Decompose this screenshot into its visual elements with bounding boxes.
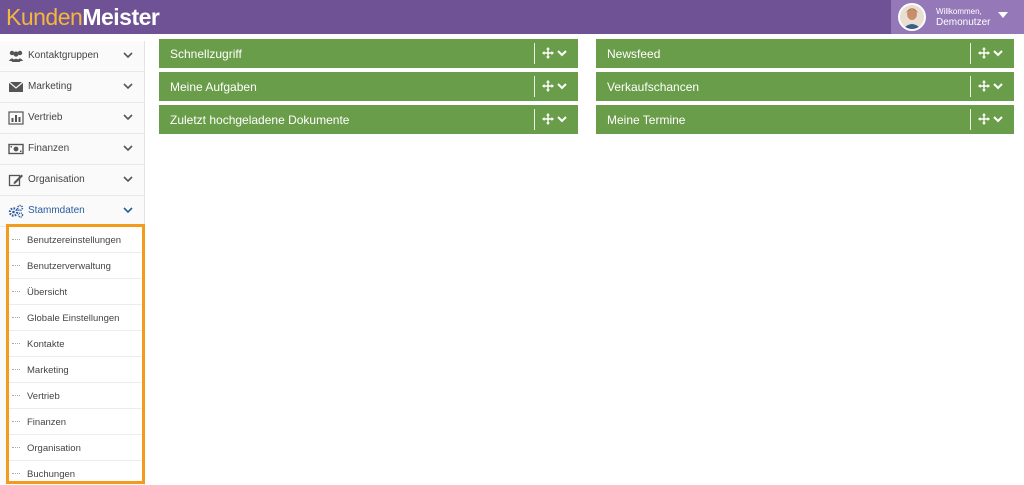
envelope-icon: [8, 81, 24, 92]
sidebar-item-label: Stammdaten: [28, 205, 85, 216]
users-icon: [9, 50, 23, 62]
sidebar-item-finanzen[interactable]: Finanzen: [0, 134, 145, 165]
user-avatar[interactable]: [898, 3, 926, 31]
widget-title: Newsfeed: [607, 47, 661, 61]
submenu-item-label: Übersicht: [27, 287, 68, 298]
submenu-item-label: Kontakte: [27, 339, 65, 350]
chevron-down-icon[interactable]: [557, 49, 567, 57]
submenu-item-label: Vertrieb: [27, 391, 60, 402]
widget-meine-termine: Meine Termine: [596, 105, 1014, 134]
tree-dash: [12, 343, 20, 344]
submenu-item-label: Organisation: [27, 443, 81, 454]
caret-down-icon[interactable]: [998, 12, 1008, 18]
tree-dash: [12, 265, 20, 266]
widget-zuletzt-hochgeladene-dokumente: Zuletzt hochgeladene Dokumente: [159, 105, 578, 134]
widget-title: Verkaufschancen: [607, 80, 700, 94]
app-logo[interactable]: KundenMeister: [6, 2, 160, 32]
widget-separator: [970, 109, 971, 130]
welcome-text: Willkommen,: [936, 7, 982, 16]
submenu-item-marketing[interactable]: Marketing: [9, 357, 142, 383]
chevron-down-icon[interactable]: [557, 82, 567, 90]
chevron-down-icon[interactable]: [993, 49, 1003, 57]
widget-title: Zuletzt hochgeladene Dokumente: [170, 113, 350, 127]
submenu-item-globale-einstellungen[interactable]: Globale Einstellungen: [9, 305, 142, 331]
submenu-item-label: Benutzereinstellungen: [27, 235, 122, 246]
submenu-item-organisation[interactable]: Organisation: [9, 435, 142, 461]
tree-dash: [12, 421, 20, 422]
widget-separator: [534, 109, 535, 130]
widget-schnellzugriff: Schnellzugriff: [159, 39, 578, 68]
tree-dash: [12, 291, 20, 292]
tree-dash: [12, 317, 20, 318]
username-text: Demonutzer: [936, 17, 991, 28]
chevron-down-icon: [123, 52, 133, 59]
move-icon[interactable]: [542, 47, 554, 59]
widget-verkaufschancen: Verkaufschancen: [596, 72, 1014, 101]
chevron-down-icon[interactable]: [993, 115, 1003, 123]
submenu-item-label: Benutzerverwaltung: [27, 261, 111, 272]
edit-icon: [8, 174, 23, 187]
sidebar-item-kontaktgruppen[interactable]: Kontaktgruppen: [0, 41, 145, 72]
chevron-down-icon: [123, 145, 133, 152]
move-icon[interactable]: [978, 80, 990, 92]
submenu-item-label: Buchungen: [27, 469, 76, 480]
tree-dash: [12, 473, 20, 474]
tree-dash: [12, 447, 20, 448]
cogs-icon: [8, 204, 24, 218]
move-icon[interactable]: [978, 47, 990, 59]
bar-chart-icon: [8, 111, 24, 125]
widget-title: Schnellzugriff: [170, 47, 242, 61]
submenu-item-benutzereinstellungen[interactable]: Benutzereinstellungen: [9, 227, 142, 253]
submenu-item-kontakte[interactable]: Kontakte: [9, 331, 142, 357]
sidebar-item-label: Marketing: [28, 81, 72, 92]
user-menu[interactable]: Willkommen, Demonutzer: [891, 0, 1024, 34]
widget-separator: [534, 76, 535, 97]
top-header-bar: KundenMeister Willkommen, Demonutzer: [0, 0, 1024, 34]
widget-separator: [970, 76, 971, 97]
tree-dash: [12, 369, 20, 370]
sidebar-item-label: Finanzen: [28, 143, 70, 154]
tree-dash: [12, 239, 20, 240]
widget-newsfeed: Newsfeed: [596, 39, 1014, 68]
move-icon[interactable]: [978, 113, 990, 125]
widget-meine-aufgaben: Meine Aufgaben: [159, 72, 578, 101]
sidebar-item-stammdaten[interactable]: Stammdaten: [0, 196, 145, 227]
chevron-down-icon: [123, 114, 133, 121]
chevron-down-icon: [123, 176, 133, 183]
submenu-item-label: Marketing: [27, 365, 69, 376]
submenu-item-uebersicht[interactable]: Übersicht: [9, 279, 142, 305]
sidebar-item-label: Kontaktgruppen: [28, 50, 99, 61]
logo-text-meister: Meister: [82, 4, 160, 30]
move-icon[interactable]: [542, 113, 554, 125]
widget-separator: [534, 43, 535, 64]
widget-title: Meine Aufgaben: [170, 80, 257, 94]
sidebar-item-marketing[interactable]: Marketing: [0, 72, 145, 103]
sidebar-item-label: Organisation: [28, 174, 85, 185]
tree-dash: [12, 395, 20, 396]
chevron-down-icon: [123, 207, 133, 214]
sidebar-item-vertrieb[interactable]: Vertrieb: [0, 103, 145, 134]
submenu-item-buchungen[interactable]: Buchungen: [9, 461, 142, 485]
sidebar-item-organisation[interactable]: Organisation: [0, 165, 145, 196]
move-icon[interactable]: [542, 80, 554, 92]
chevron-down-icon: [123, 83, 133, 90]
chevron-down-icon[interactable]: [993, 82, 1003, 90]
widget-title: Meine Termine: [607, 113, 686, 127]
logo-text-kunden: Kunden: [6, 4, 83, 30]
stammdaten-submenu: Benutzereinstellungen Benutzerverwaltung…: [6, 224, 145, 484]
sidebar-item-label: Vertrieb: [28, 112, 63, 123]
submenu-item-label: Globale Einstellungen: [27, 313, 120, 324]
submenu-item-vertrieb[interactable]: Vertrieb: [9, 383, 142, 409]
chevron-down-icon[interactable]: [557, 115, 567, 123]
money-icon: [8, 143, 24, 155]
submenu-item-finanzen[interactable]: Finanzen: [9, 409, 142, 435]
submenu-item-label: Finanzen: [27, 417, 67, 428]
submenu-item-benutzerverwaltung[interactable]: Benutzerverwaltung: [9, 253, 142, 279]
widget-separator: [970, 43, 971, 64]
